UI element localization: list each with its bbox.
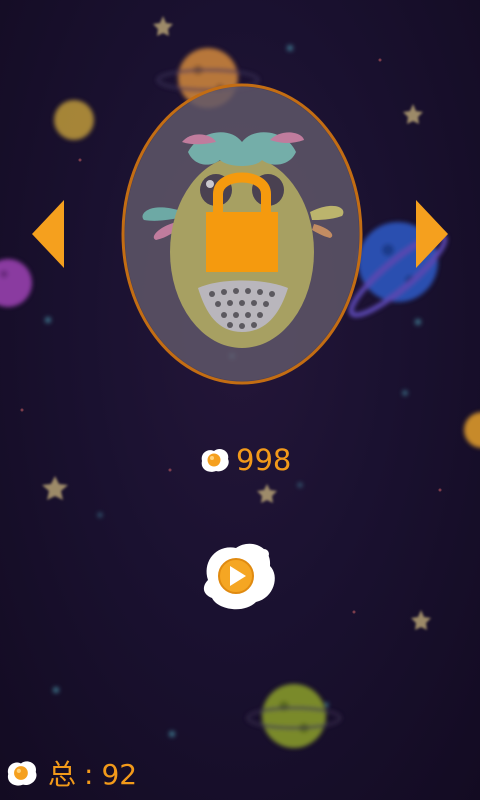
- total-label-text: 总: [48, 758, 77, 791]
- total-separator: :: [84, 758, 94, 791]
- next-character-button[interactable]: [414, 198, 450, 270]
- character-price: 998: [198, 440, 291, 480]
- play-button[interactable]: [198, 536, 282, 616]
- price-value: 998: [236, 443, 292, 477]
- arrow-right-icon: [416, 200, 448, 268]
- fried-egg-icon: [201, 448, 229, 472]
- fried-egg-icon: [7, 761, 37, 786]
- arrow-left-icon: [32, 200, 64, 268]
- total-eggs: 总:92: [4, 752, 137, 794]
- game-screen: 998 总:92: [0, 0, 480, 800]
- total-label: 总:92: [48, 753, 137, 793]
- total-value: 92: [101, 758, 138, 791]
- play-icon: [203, 543, 275, 610]
- previous-character-button[interactable]: [30, 198, 66, 270]
- character-card[interactable]: [120, 82, 364, 386]
- egg-character-image: [121, 83, 363, 385]
